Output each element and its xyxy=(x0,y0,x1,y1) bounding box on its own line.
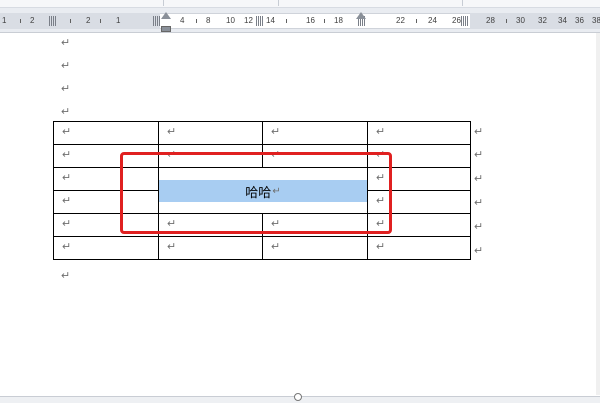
ruler-number: 8 xyxy=(206,16,211,25)
ruler-tick xyxy=(324,19,325,23)
paragraph-mark: ↵ xyxy=(61,60,71,72)
ruler-number: 1 xyxy=(2,16,7,25)
ruler-number: 4 xyxy=(180,16,185,25)
column-grip-icon[interactable] xyxy=(256,16,263,26)
row-end-mark: ↵ xyxy=(474,173,484,185)
ruler-number: 30 xyxy=(516,16,525,25)
ruler-number: 2 xyxy=(30,16,35,25)
ruler-number: 22 xyxy=(396,16,405,25)
toolbar-divider xyxy=(462,0,463,6)
column-grip-icon[interactable] xyxy=(461,16,468,26)
ruler-number: 14 xyxy=(266,16,275,25)
table-cell[interactable]: ↵ xyxy=(158,121,263,145)
row-end-mark: ↵ xyxy=(474,245,484,257)
row-end-mark: ↵ xyxy=(474,221,484,233)
cell-mark: ↵ xyxy=(62,195,72,207)
ruler-number: 34 xyxy=(558,16,567,25)
ruler-number: 28 xyxy=(486,16,495,25)
ruler-tick xyxy=(286,19,287,23)
cell-mark: ↵ xyxy=(62,149,72,161)
paragraph-mark: ↵ xyxy=(61,83,71,95)
table-row: ↵ ↵ ↵ ↵ xyxy=(53,121,471,145)
vertical-scrollbar[interactable] xyxy=(596,33,600,395)
cell-mark: ↵ xyxy=(62,126,72,138)
ruler-number: 1 xyxy=(116,16,121,25)
table-cell[interactable]: ↵ xyxy=(262,236,368,260)
cell-mark: ↵ xyxy=(271,126,281,138)
ruler-number: 32 xyxy=(538,16,547,25)
left-indent-icon[interactable] xyxy=(161,26,171,32)
horizontal-ruler[interactable]: 1 2 1 4 8 10 12 14 16 18 2 22 24 26 28 3… xyxy=(0,8,600,33)
row-end-mark: ↵ xyxy=(474,197,484,209)
ruler-number: 26 xyxy=(452,16,461,25)
table-cell[interactable]: ↵ xyxy=(367,121,471,145)
ruler-number: 16 xyxy=(306,16,315,25)
table-cell[interactable]: ↵ xyxy=(53,236,159,260)
cell-mark: ↵ xyxy=(376,126,386,138)
ruler-left-margin xyxy=(0,13,160,29)
table-cell[interactable]: ↵ xyxy=(158,236,263,260)
ruler-number: 18 xyxy=(334,16,343,25)
cell-mark: ↵ xyxy=(167,241,177,253)
ruler-tick xyxy=(196,19,197,23)
row-end-mark: ↵ xyxy=(474,126,484,138)
cell-mark: ↵ xyxy=(62,172,72,184)
scroll-knob-icon[interactable] xyxy=(294,393,302,401)
cell-mark: ↵ xyxy=(62,218,72,230)
cell-mark: ↵ xyxy=(167,126,177,138)
paragraph-mark: ↵ xyxy=(61,106,71,118)
ruler-number: 10 xyxy=(226,16,235,25)
ruler-number: 12 xyxy=(244,16,253,25)
ruler-tick xyxy=(100,19,101,23)
ruler-tick xyxy=(70,19,71,23)
ruler-tick xyxy=(506,19,507,23)
table-cell[interactable]: ↵ xyxy=(53,121,159,145)
ruler-tick xyxy=(20,19,21,23)
column-grip-icon[interactable] xyxy=(153,16,160,26)
table-cell[interactable]: ↵ xyxy=(262,121,368,145)
right-indent-icon[interactable] xyxy=(356,12,366,19)
cell-mark: ↵ xyxy=(271,241,281,253)
cell-mark: ↵ xyxy=(376,241,386,253)
paragraph-mark: ↵ xyxy=(61,270,71,282)
annotation-highlight-box xyxy=(120,152,392,234)
row-end-mark: ↵ xyxy=(474,149,484,161)
table-row: ↵ ↵ ↵ ↵ xyxy=(53,236,471,260)
ruler-number: 36 xyxy=(575,16,584,25)
toolbar-strip xyxy=(0,0,600,8)
ruler-number: 2 xyxy=(86,16,91,25)
column-grip-icon[interactable] xyxy=(49,16,56,26)
first-line-indent-icon[interactable] xyxy=(161,12,171,19)
paragraph-mark: ↵ xyxy=(61,37,71,49)
cell-mark: ↵ xyxy=(62,241,72,253)
ruler-number: 24 xyxy=(428,16,437,25)
ruler-tick xyxy=(416,19,417,23)
table-cell[interactable]: ↵ xyxy=(367,236,471,260)
ruler-number: 38 xyxy=(592,16,600,25)
toolbar-divider xyxy=(278,0,279,6)
toolbar-divider xyxy=(163,0,164,6)
